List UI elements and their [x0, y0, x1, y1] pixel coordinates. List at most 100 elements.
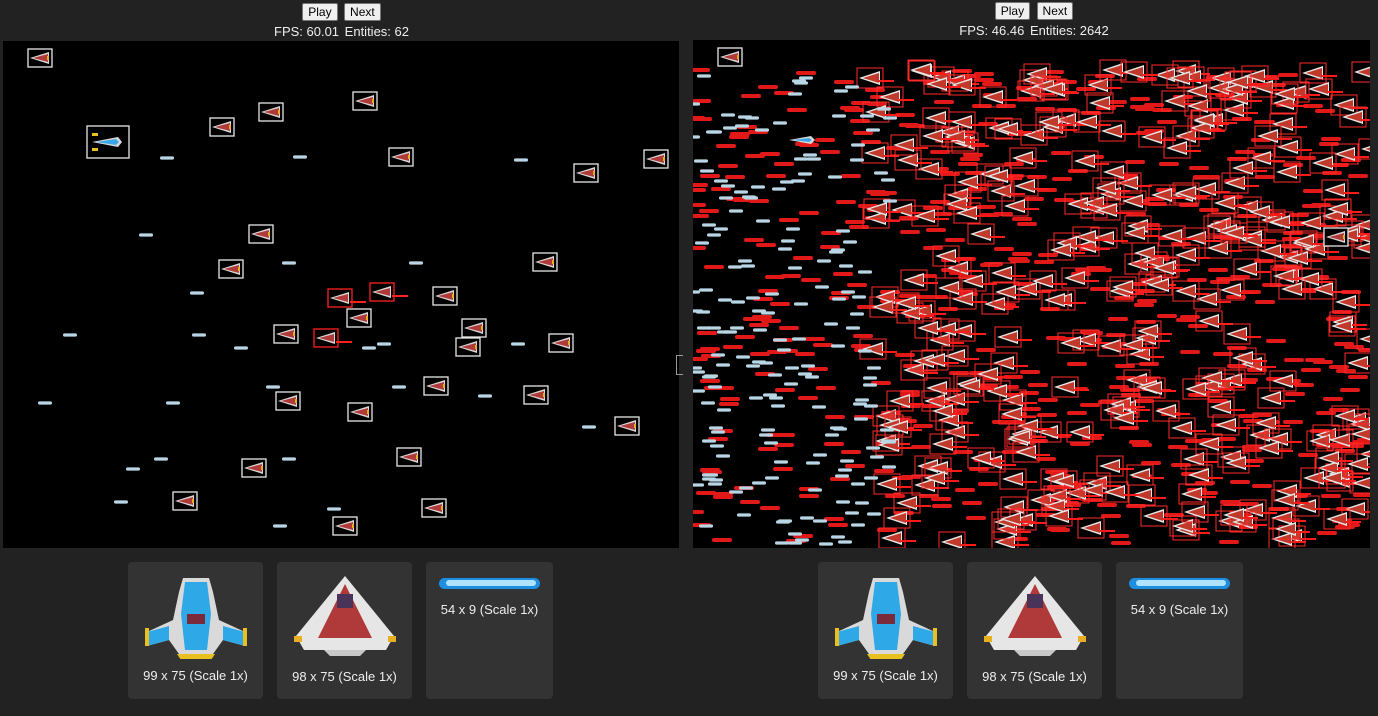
- enemy-ship: [856, 67, 895, 89]
- laser-bolt: [863, 376, 877, 380]
- laser-bolt: [1134, 399, 1154, 403]
- laser-bolt: [945, 238, 965, 242]
- game-canvas[interactable]: [693, 40, 1370, 548]
- laser-bolt: [744, 238, 764, 242]
- laser-bolt: [772, 187, 786, 191]
- laser-bolt: [870, 455, 884, 459]
- laser-bolt: [723, 126, 737, 130]
- laser-bolt: [1283, 420, 1303, 424]
- laser-bolt: [911, 445, 931, 449]
- laser-bolt: [854, 417, 868, 421]
- laser-bolt: [693, 183, 708, 187]
- laser-bolt: [796, 71, 816, 75]
- laser-bolt: [293, 155, 307, 159]
- laser-bolt: [392, 385, 406, 389]
- laser-bolt: [736, 355, 750, 359]
- enemy-ship: [643, 149, 669, 169]
- enemy-ship: [27, 48, 53, 68]
- play-button[interactable]: Play: [994, 2, 1031, 20]
- laser-bolt: [1255, 120, 1275, 124]
- laser-bolt: [803, 153, 817, 157]
- laser-bolt: [874, 469, 894, 473]
- laser-bolt: [282, 457, 296, 461]
- sprite-card-enemy[interactable]: 98 x 75 (Scale 1x): [967, 562, 1102, 699]
- sprite-card-laser[interactable]: 54 x 9 (Scale 1x): [1116, 562, 1243, 699]
- laser-bolt: [976, 348, 996, 352]
- game-canvas[interactable]: [3, 41, 679, 548]
- laser-bolt: [787, 108, 807, 112]
- laser-bolt: [377, 342, 391, 346]
- laser-bolt: [768, 373, 782, 377]
- laser-bolt: [978, 482, 998, 486]
- laser-bolt: [1340, 388, 1360, 392]
- laser-bolt: [1321, 137, 1341, 141]
- sprite-card-laser[interactable]: 54 x 9 (Scale 1x): [426, 562, 553, 699]
- laser-bolt: [962, 501, 982, 505]
- laser-bolt: [693, 510, 704, 514]
- laser-bolt: [1305, 358, 1325, 362]
- laser-bolt: [702, 470, 722, 474]
- laser-bolt: [730, 132, 750, 136]
- laser-bolt: [1135, 107, 1155, 111]
- laser-bolt: [836, 229, 850, 233]
- laser-bolt: [752, 481, 766, 485]
- enemy-ship: [461, 318, 487, 338]
- laser-bolt: [717, 330, 731, 334]
- laser-bolt: [126, 467, 140, 471]
- laser-bolt: [825, 415, 845, 419]
- enemy-ship: [1071, 150, 1110, 172]
- laser-bolt: [1321, 494, 1341, 498]
- entity-counter: Entities: 2642: [1029, 23, 1109, 38]
- laser-bolt: [693, 389, 705, 393]
- player-ship-icon: [145, 578, 247, 659]
- laser-bolt: [882, 465, 896, 469]
- laser-bolt: [1284, 358, 1304, 362]
- laser-bolt: [799, 494, 819, 498]
- next-button[interactable]: Next: [1036, 2, 1074, 20]
- laser-bolt: [1129, 440, 1149, 444]
- laser-bolt: [800, 516, 814, 520]
- sprite-card-player[interactable]: 99 x 75 (Scale 1x): [818, 562, 953, 699]
- laser-bolt: [1157, 314, 1177, 318]
- sprite-size-label: 98 x 75 (Scale 1x): [982, 669, 1087, 684]
- play-button[interactable]: Play: [302, 3, 338, 21]
- sprite-card-player[interactable]: 99 x 75 (Scale 1x): [128, 562, 263, 699]
- laser-bolt: [693, 68, 710, 72]
- laser-bolt: [693, 290, 700, 294]
- laser-bolt: [192, 333, 206, 337]
- laser-bolt: [850, 312, 864, 316]
- laser-bolt: [700, 169, 714, 173]
- laser-bolt: [773, 467, 793, 471]
- laser-bolt: [865, 88, 885, 92]
- laser-bolt: [728, 265, 742, 269]
- laser-bolt: [840, 106, 860, 110]
- laser-bolt: [716, 454, 730, 458]
- laser-bolt: [1242, 448, 1262, 452]
- laser-bolt: [853, 334, 873, 338]
- laser-bolt: [582, 425, 596, 429]
- laser-bolt: [864, 476, 878, 480]
- laser-bolt: [798, 172, 812, 176]
- laser-bolt: [1012, 252, 1032, 256]
- laser-bolt: [931, 497, 951, 501]
- resize-handle[interactable]: [676, 355, 683, 375]
- laser-bolt: [852, 295, 866, 299]
- laser-bolt: [774, 162, 794, 166]
- laser-bolt: [1159, 162, 1179, 166]
- controls-bar: Play Next: [0, 3, 683, 23]
- laser-bolt: [693, 117, 712, 121]
- laser-bolt: [166, 401, 180, 405]
- entity-counter: Entities: 62: [344, 24, 409, 39]
- laser-bolt: [160, 156, 174, 160]
- next-button[interactable]: Next: [344, 3, 381, 21]
- laser-bolt: [1278, 73, 1298, 77]
- laser-bolt: [511, 342, 525, 346]
- sprite-card-enemy[interactable]: 98 x 75 (Scale 1x): [277, 562, 412, 699]
- laser-bolt: [851, 143, 865, 147]
- laser-bolt: [702, 439, 716, 443]
- laser-bolt: [1108, 317, 1128, 321]
- laser-bolt: [982, 82, 1002, 86]
- laser-bolt: [693, 483, 704, 487]
- laser-bolt: [833, 272, 853, 276]
- laser-bolt: [759, 433, 773, 437]
